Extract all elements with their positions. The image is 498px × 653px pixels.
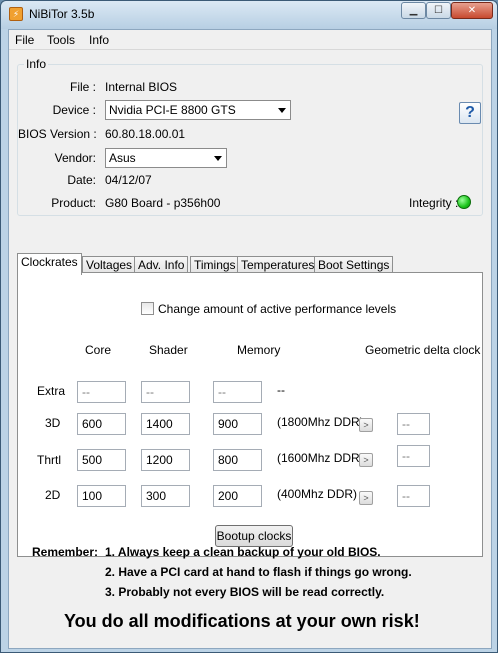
menu-tools[interactable]: Tools <box>47 33 75 47</box>
row-label-thrtl: Thrtl <box>37 453 61 467</box>
remember-label: Remember: <box>32 545 99 559</box>
2d-ddr-label: (400Mhz DDR) <box>277 487 358 501</box>
extra-ddr-label: -- <box>277 383 285 397</box>
change-levels-checkbox[interactable] <box>141 302 154 315</box>
title-bar[interactable]: ⚡ NiBiTor 3.5b ▁ ☐ ✕ <box>1 1 497 29</box>
thrtl-geometric-arrow-button[interactable]: > <box>359 453 373 467</box>
info-group: Info File : Internal BIOS Device : Nvidi… <box>17 57 483 216</box>
thrtl-geometric-input[interactable]: -- <box>397 445 430 467</box>
header-geometric: Geometric delta clock <box>365 343 481 357</box>
risk-warning: You do all modifications at your own ris… <box>64 611 420 631</box>
file-label: File : <box>69 80 96 94</box>
chevron-right-icon: > <box>363 493 369 503</box>
device-select-value: Nvidia PCI-E 8800 GTS <box>109 103 236 117</box>
header-shader: Shader <box>149 343 188 357</box>
row-label-3d: 3D <box>45 416 61 430</box>
minimize-button[interactable]: ▁ <box>401 2 426 19</box>
clockrates-panel: Change amount of active performance leve… <box>17 272 483 557</box>
menu-bar: File Tools Info <box>9 30 491 50</box>
client-area: File Tools Info Info File : Internal BIO… <box>8 29 492 649</box>
bios-version-value: 60.80.18.00.01 <box>105 127 186 141</box>
app-window: ⚡ NiBiTor 3.5b ▁ ☐ ✕ File Tools Info Inf… <box>0 0 498 653</box>
3d-memory-input[interactable]: 900 <box>213 413 262 435</box>
menu-file[interactable]: File <box>15 33 34 47</box>
extra-core-input[interactable]: -- <box>77 381 126 403</box>
3d-shader-input[interactable]: 1400 <box>141 413 190 435</box>
question-mark-icon: ? <box>465 104 475 121</box>
integrity-status-icon <box>457 195 471 209</box>
change-levels-label: Change amount of active performance leve… <box>158 302 397 316</box>
extra-shader-input[interactable]: -- <box>141 381 190 403</box>
product-label: Product: <box>51 196 96 210</box>
2d-geometric-input[interactable]: -- <box>397 485 430 507</box>
device-select[interactable]: Nvidia PCI-E 8800 GTS <box>105 100 291 120</box>
product-value: G80 Board - p356h00 <box>105 196 221 210</box>
window-title: NiBiTor 3.5b <box>29 7 95 21</box>
remember-item-1: 1. Always keep a clean backup of your ol… <box>105 545 381 559</box>
row-label-2d: 2D <box>45 488 61 502</box>
date-label: Date: <box>67 173 96 187</box>
file-value: Internal BIOS <box>105 80 178 94</box>
vendor-label: Vendor: <box>54 151 96 165</box>
vendor-select[interactable]: Asus <box>105 148 227 168</box>
thrtl-core-input[interactable]: 500 <box>77 449 126 471</box>
remember-item-3: 3. Probably not every BIOS will be read … <box>105 585 385 599</box>
extra-memory-input[interactable]: -- <box>213 381 262 403</box>
close-button[interactable]: ✕ <box>451 2 493 19</box>
thrtl-memory-input[interactable]: 800 <box>213 449 262 471</box>
3d-ddr-label: (1800Mhz DDR) <box>277 415 364 429</box>
remember-item-2: 2. Have a PCI card at hand to flash if t… <box>105 565 412 579</box>
help-button[interactable]: ? <box>459 102 481 124</box>
chevron-down-icon <box>214 156 222 161</box>
nibitor-app-icon: ⚡ <box>9 7 23 21</box>
date-value: 04/12/07 <box>105 173 152 187</box>
chevron-right-icon: > <box>363 455 369 465</box>
3d-geometric-arrow-button[interactable]: > <box>359 418 373 432</box>
maximize-button[interactable]: ☐ <box>426 2 451 19</box>
bootup-clocks-button[interactable]: Bootup clocks <box>215 525 293 547</box>
row-label-extra: Extra <box>37 384 66 398</box>
2d-memory-input[interactable]: 200 <box>213 485 262 507</box>
bios-version-label: BIOS Version : <box>18 127 97 141</box>
thrtl-ddr-label: (1600Mhz DDR) <box>277 451 364 465</box>
vendor-select-value: Asus <box>109 151 136 165</box>
tab-clockrates[interactable]: Clockrates <box>17 253 82 275</box>
thrtl-shader-input[interactable]: 1200 <box>141 449 190 471</box>
chevron-down-icon <box>278 108 286 113</box>
header-memory: Memory <box>237 343 281 357</box>
2d-core-input[interactable]: 100 <box>77 485 126 507</box>
3d-core-input[interactable]: 600 <box>77 413 126 435</box>
info-group-label: Info <box>24 57 49 71</box>
2d-shader-input[interactable]: 300 <box>141 485 190 507</box>
integrity-label: Integrity : <box>409 196 459 210</box>
2d-geometric-arrow-button[interactable]: > <box>359 491 373 505</box>
header-core: Core <box>85 343 112 357</box>
device-label: Device : <box>52 103 96 117</box>
3d-geometric-input[interactable]: -- <box>397 413 430 435</box>
menu-info[interactable]: Info <box>89 33 109 47</box>
chevron-right-icon: > <box>363 420 369 430</box>
